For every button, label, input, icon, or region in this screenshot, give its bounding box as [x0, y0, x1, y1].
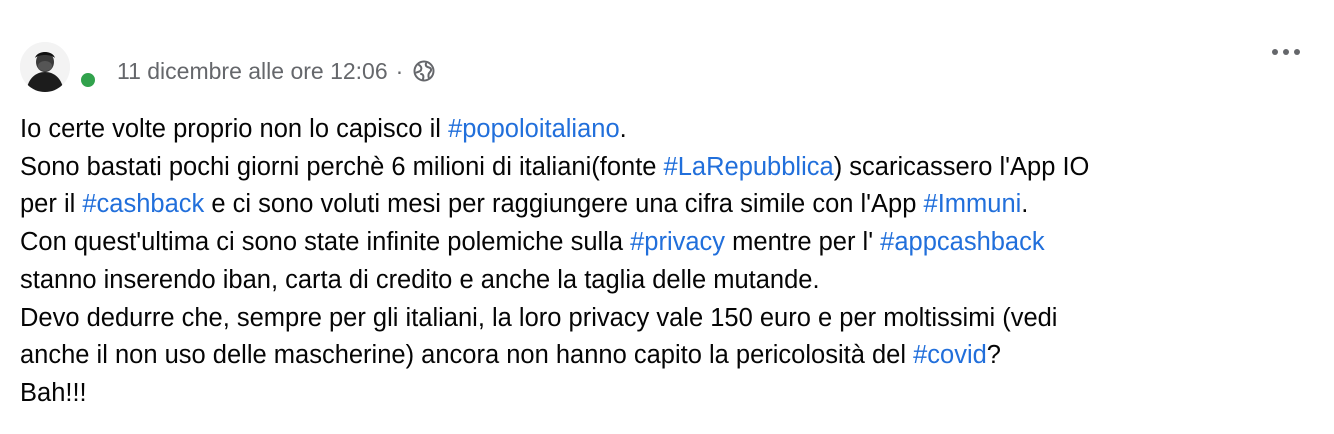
hashtag-link[interactable]: #appcashback: [880, 228, 1044, 256]
post-text-segment: Io certe volte proprio non lo capisco il: [20, 115, 449, 143]
globe-icon[interactable]: [413, 60, 435, 82]
post-text-line: Io certe volte proprio non lo capisco il…: [20, 111, 1320, 149]
post-text-segment: e ci sono voluti mesi per raggiungere un…: [204, 190, 924, 219]
post-text-line: Devo dedurre che, sempre per gli italian…: [20, 300, 1320, 338]
meta-separator: ·: [395, 57, 404, 84]
more-dot: [1272, 49, 1278, 55]
post-text-segment: .: [619, 115, 627, 143]
post-text-segment: Devo dedurre che, sempre per gli italian…: [20, 303, 1058, 332]
hashtag-link[interactable]: #LaRepubblica: [664, 153, 834, 181]
avatar[interactable]: [20, 42, 70, 92]
hashtag-link[interactable]: #cashback: [82, 190, 204, 218]
author-avatar-wrapper[interactable]: [20, 42, 100, 92]
online-status-dot: [78, 70, 98, 90]
post-timestamp[interactable]: 11 dicembre alle ore 12:06: [117, 58, 388, 85]
hashtag-link[interactable]: #privacy: [630, 228, 725, 256]
more-dot: [1294, 49, 1300, 55]
post-text-segment: Bah!!!: [20, 378, 87, 407]
more-dot: [1283, 49, 1289, 55]
hashtag-link[interactable]: #covid: [913, 341, 987, 369]
hashtag-link[interactable]: #Immuni: [924, 190, 1022, 218]
hashtag-link[interactable]: #popoloitaliano: [448, 115, 620, 143]
post-header: 11 dicembre alle ore 12:06 ·: [20, 38, 1314, 98]
post-text-segment: ?: [986, 341, 1001, 370]
post-text-segment: Sono bastati pochi giorni perchè 6 milio…: [20, 152, 664, 181]
post-text-line: Con quest'ultima ci sono state infinite …: [20, 224, 1320, 262]
post-meta: 11 dicembre alle ore 12:06 ·: [117, 56, 435, 86]
avatar-image: [20, 42, 70, 92]
post-text: Io certe volte proprio non lo capisco il…: [20, 111, 1320, 413]
more-options-icon[interactable]: [1264, 40, 1308, 64]
post-text-line: anche il non uso delle mascherine) ancor…: [20, 337, 1320, 375]
post-text-segment: ) scaricassero l'App IO: [833, 152, 1090, 181]
post-text-line: Bah!!!: [20, 375, 1320, 413]
post-text-line: Sono bastati pochi giorni perchè 6 milio…: [20, 149, 1320, 187]
post-text-segment: stanno inserendo iban, carta di credito …: [20, 265, 820, 294]
post-text-segment: per il: [20, 190, 83, 219]
post-text-segment: Con quest'ultima ci sono state infinite …: [20, 228, 631, 257]
post-text-segment: .: [1021, 190, 1029, 219]
post-text-line: per il #cashback e ci sono voluti mesi p…: [20, 186, 1320, 224]
post-text-line: stanno inserendo iban, carta di credito …: [20, 262, 1320, 300]
post-text-segment: mentre per l': [725, 228, 881, 257]
post-text-segment: anche il non uso delle mascherine) ancor…: [20, 341, 914, 370]
